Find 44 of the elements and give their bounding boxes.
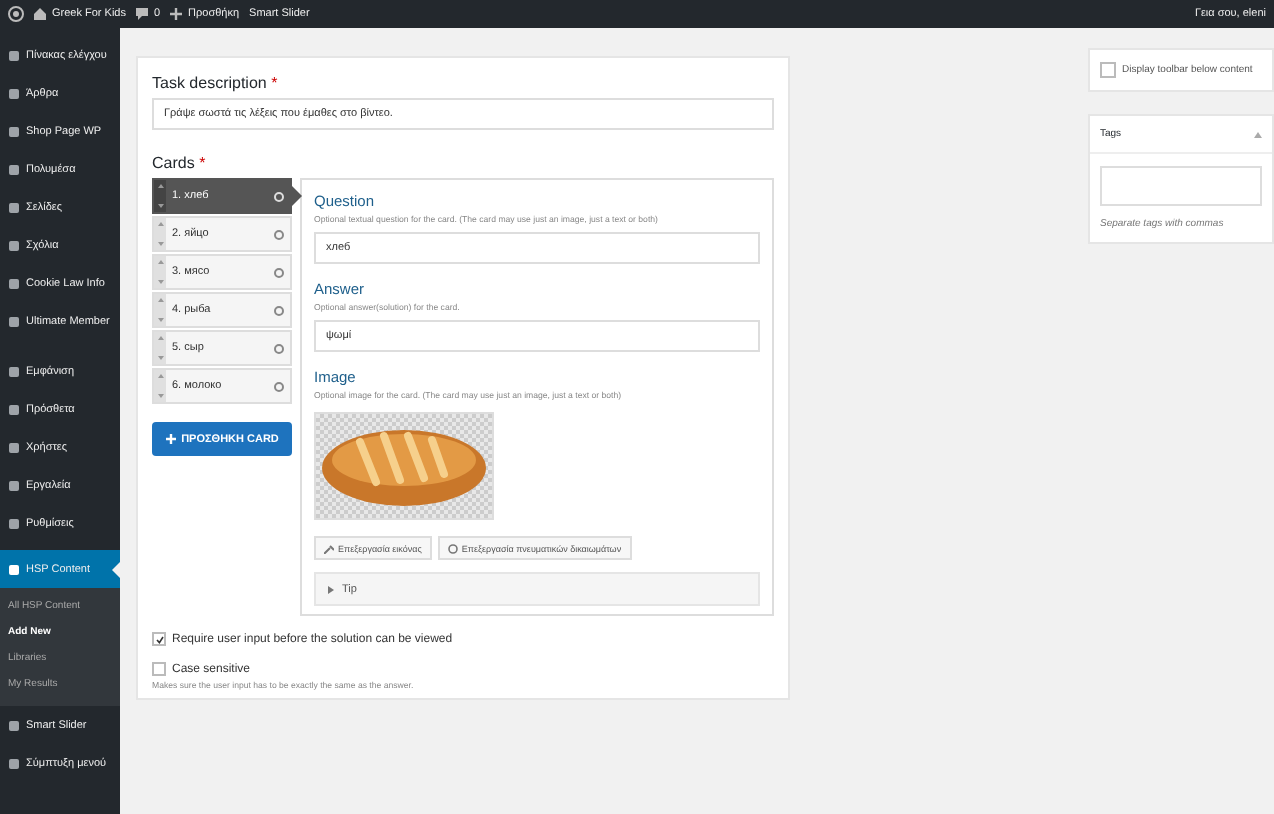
plus-icon xyxy=(170,8,183,20)
section-title: Cards xyxy=(152,154,195,172)
square-icon xyxy=(8,315,20,327)
up-caret-icon[interactable] xyxy=(1254,131,1262,137)
square-icon xyxy=(8,239,20,251)
down-caret-icon[interactable] xyxy=(157,204,163,208)
check-icon xyxy=(155,635,163,643)
square-icon xyxy=(8,87,20,99)
up-caret-icon[interactable] xyxy=(157,336,163,340)
tags-field[interactable] xyxy=(1100,166,1262,206)
section-title: Task description xyxy=(152,74,267,92)
square-icon xyxy=(8,757,20,769)
square-icon xyxy=(8,277,20,289)
up-caret-icon[interactable] xyxy=(157,374,163,378)
right-triangle-icon xyxy=(328,585,336,593)
square-icon xyxy=(8,365,20,377)
speech-bubble-icon xyxy=(135,8,148,20)
square-icon xyxy=(8,719,20,731)
down-caret-icon[interactable] xyxy=(157,394,163,398)
down-caret-icon[interactable] xyxy=(157,280,163,284)
up-caret-icon[interactable] xyxy=(157,260,163,264)
checkbox[interactable] xyxy=(152,632,166,646)
down-caret-icon[interactable] xyxy=(157,242,163,246)
square-icon xyxy=(8,49,20,61)
wrench-icon xyxy=(324,543,334,553)
down-caret-icon[interactable] xyxy=(157,318,163,322)
square-icon xyxy=(8,125,20,137)
house-icon xyxy=(34,8,46,20)
down-caret-icon[interactable] xyxy=(157,356,163,360)
up-caret-icon[interactable] xyxy=(157,222,163,226)
square-icon xyxy=(8,403,20,415)
required-mark: * xyxy=(199,154,206,172)
checkbox[interactable] xyxy=(1100,62,1116,78)
up-caret-icon[interactable] xyxy=(157,298,163,302)
square-icon xyxy=(8,163,20,175)
square-icon xyxy=(8,517,20,529)
square-icon xyxy=(8,563,20,575)
plus-icon xyxy=(165,434,176,444)
square-icon xyxy=(8,201,20,213)
checkbox[interactable] xyxy=(152,662,166,676)
square-icon xyxy=(8,441,20,453)
up-caret-icon[interactable] xyxy=(157,184,163,188)
required-mark: * xyxy=(271,74,278,92)
square-icon xyxy=(8,479,20,491)
